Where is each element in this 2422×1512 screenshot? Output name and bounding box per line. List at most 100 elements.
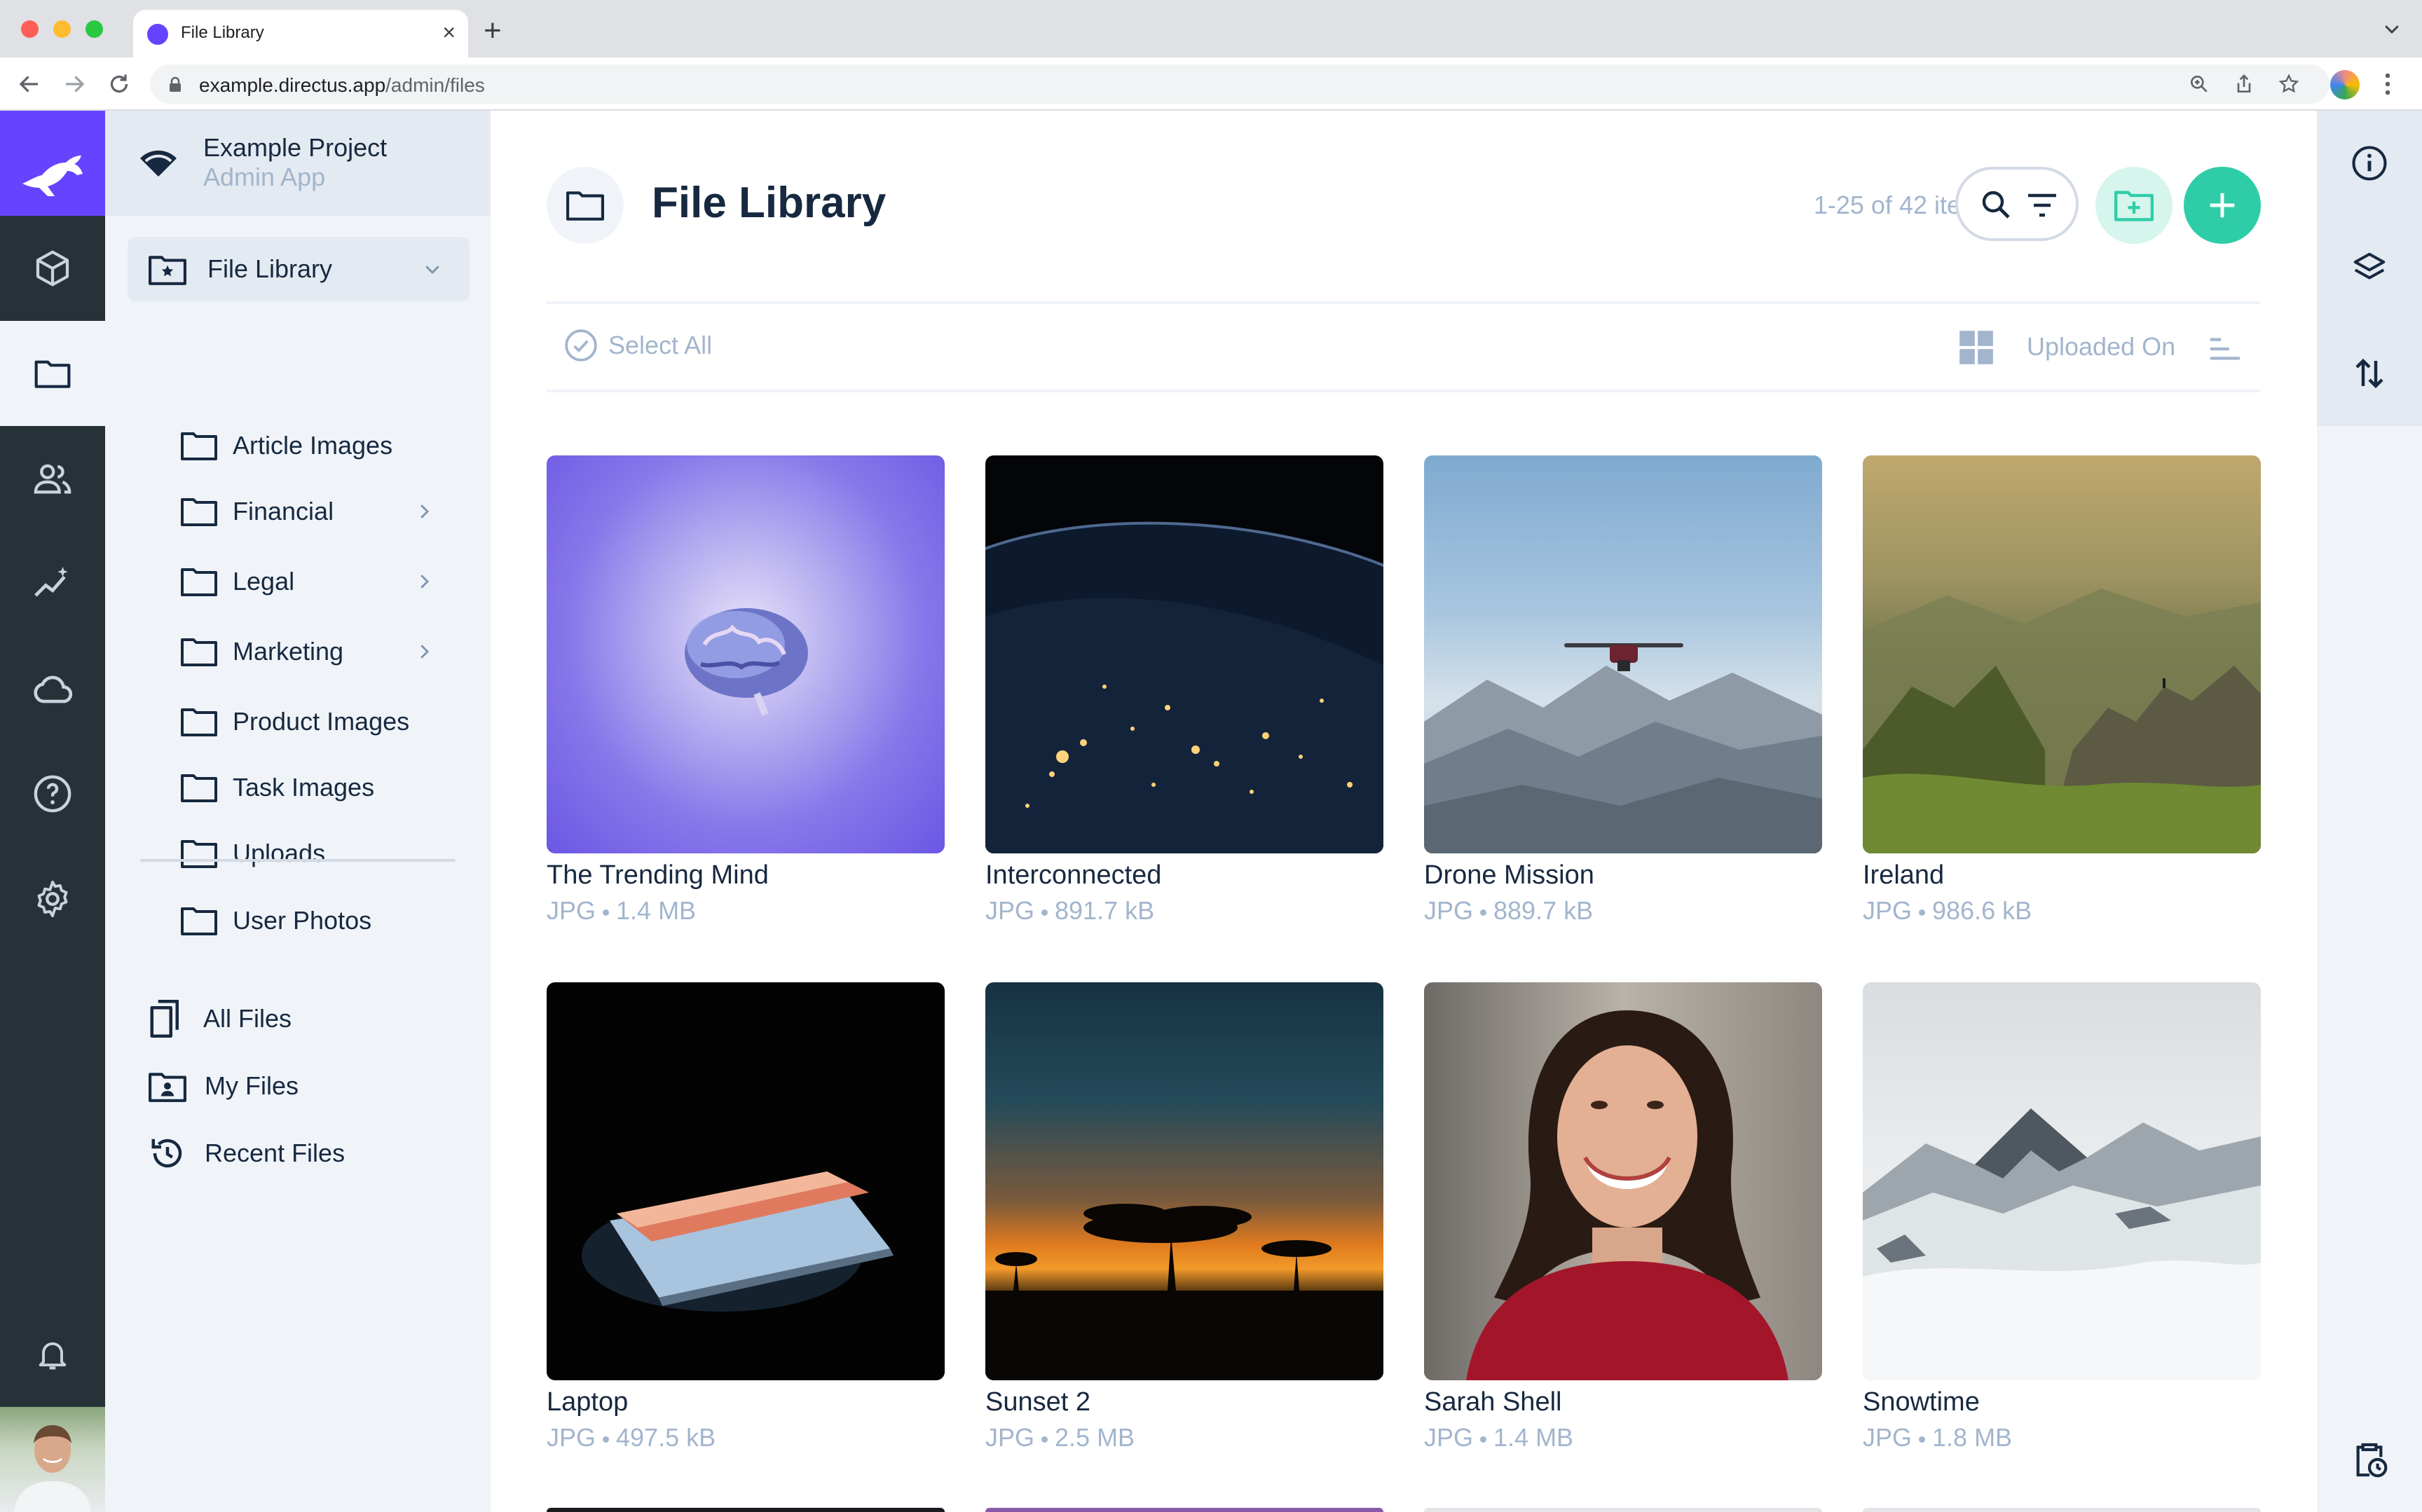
file-card[interactable]: Sunset 2 JPG 2.5 MB [985,982,1383,1452]
notifications-button[interactable] [0,1302,105,1407]
title-folder-button[interactable] [547,167,624,244]
nav-item-all-files[interactable]: All Files [149,998,470,1040]
file-card[interactable]: Sarah Shell JPG 1.4 MB [1424,982,1822,1452]
file-card[interactable]: Laptop JPG 497.5 kB [547,982,945,1452]
nav-item-article-images[interactable]: Article Images [181,425,470,467]
chevron-down-icon[interactable] [422,259,443,280]
file-card[interactable]: Drone Mission JPG 889.7 kB [1424,455,1822,926]
folder-icon [181,708,217,736]
file-thumbnail[interactable] [1863,982,2261,1380]
browser-profile-avatar[interactable] [2330,70,2360,99]
nav-item-uploads[interactable]: Uploads [181,832,470,874]
clipboard-clock-icon [2356,1443,2388,1478]
module-help[interactable] [0,741,105,846]
directus-logo[interactable] [0,111,105,216]
chevron-right-icon[interactable] [413,571,435,592]
nav-item-marketing[interactable]: Marketing [181,631,470,673]
module-insights[interactable] [0,531,105,636]
new-tab-icon[interactable]: + [484,15,502,46]
share-icon[interactable] [2233,73,2255,95]
file-thumbnail[interactable] [985,455,1383,853]
module-content[interactable] [0,216,105,321]
file-thumbnail[interactable] [547,982,945,1380]
browser-tab[interactable]: File Library × [133,10,468,57]
select-all-label: Select All [608,331,713,359]
nav-item-my-files[interactable]: My Files [149,1065,470,1107]
nav-item-file-library-row[interactable]: File Library [149,248,470,290]
minimize-window-button[interactable] [53,20,71,38]
file-card-partial[interactable] [1424,1508,1822,1512]
file-card[interactable]: Ireland JPG 986.6 kB [1863,455,2261,926]
bookmark-star-icon[interactable] [2278,73,2300,95]
file-title: The Trending Mind [547,860,769,890]
portrait-image [1466,1010,1788,1380]
drone-image [1424,643,1822,853]
file-card-partial[interactable] [547,1508,945,1512]
folder-icon [181,774,217,802]
nav-item-recent-files[interactable]: Recent Files [149,1132,470,1174]
wifi-logo-icon [140,150,177,177]
back-icon[interactable] [17,71,42,97]
file-card-partial[interactable] [1863,1508,2261,1512]
module-files[interactable] [0,321,105,426]
sidebar-activity-button[interactable] [2317,1407,2422,1512]
file-title: Sunset 2 [985,1387,1090,1417]
nav-item-product-images[interactable]: Product Images [181,701,470,743]
tab-search-chevron-icon[interactable] [2381,18,2402,39]
user-avatar[interactable] [0,1407,105,1512]
forward-icon[interactable] [62,71,87,97]
close-window-button[interactable] [21,20,39,38]
reload-icon[interactable] [107,71,132,97]
file-title: Sarah Shell [1424,1387,1562,1417]
address-bar[interactable]: example.directus.app/admin/files [150,64,2329,104]
search-icon[interactable] [1979,188,2013,221]
insights-icon [34,566,68,597]
import-export-icon [2355,358,2383,389]
sort-direction-icon[interactable] [2209,336,2241,362]
browser-menu-icon[interactable] [2383,71,2393,97]
zoom-icon[interactable] [2188,73,2210,95]
nav-item-financial[interactable]: Financial [181,490,470,532]
grid-view-icon[interactable] [1958,329,1995,366]
file-meta: JPG 1.4 MB [1424,1423,1574,1452]
filter-icon[interactable] [2025,191,2059,220]
directus-app: Example Project Admin App File Library A… [0,111,2422,1512]
nav-item-task-images[interactable]: Task Images [181,767,470,809]
file-card[interactable]: The Trending Mind JPG 1.4 MB [547,455,945,926]
tab-title: File Library [181,23,264,42]
project-info[interactable]: Example Project Admin App [105,111,491,216]
module-users[interactable] [0,426,105,531]
file-card[interactable]: Interconnected JPG 891.7 kB [985,455,1383,926]
file-thumbnail[interactable] [1424,982,1822,1380]
ireland-landscape-image [1863,589,2261,853]
file-thumbnail[interactable] [1424,455,1822,853]
tab-close-icon[interactable]: × [442,20,456,45]
file-thumbnail[interactable] [1863,455,2261,853]
sort-field-button[interactable]: Uploaded On [2027,332,2175,362]
file-card[interactable]: Snowtime JPG 1.8 MB [1863,982,2261,1452]
chevron-right-icon[interactable] [413,641,435,662]
file-card-partial[interactable] [985,1508,1383,1512]
page-title: File Library [652,179,887,227]
sidebar-info-button[interactable] [2317,111,2422,216]
select-all-button[interactable]: Select All [563,328,712,363]
chevron-right-icon[interactable] [413,501,435,522]
file-title: Laptop [547,1387,629,1417]
history-icon [151,1139,182,1168]
rabbit-logo-icon [22,156,83,196]
file-thumbnail[interactable] [985,982,1383,1380]
create-folder-button[interactable] [2095,167,2173,244]
sidebar-layout-button[interactable] [2317,216,2422,321]
file-thumbnail[interactable] [547,455,945,853]
nav-item-user-photos[interactable]: User Photos [181,900,470,942]
search-filter-button[interactable] [1955,167,2079,241]
nav-item-legal[interactable]: Legal [181,561,470,603]
nav-item-label: File Library [207,254,333,283]
folder-icon [34,360,71,388]
module-cloud[interactable] [0,636,105,741]
sidebar-import-export-button[interactable] [2317,321,2422,426]
zoom-window-button[interactable] [85,20,103,38]
file-meta: JPG 986.6 kB [1863,896,2032,925]
upload-file-button[interactable] [2184,167,2261,244]
module-settings[interactable] [0,846,105,951]
